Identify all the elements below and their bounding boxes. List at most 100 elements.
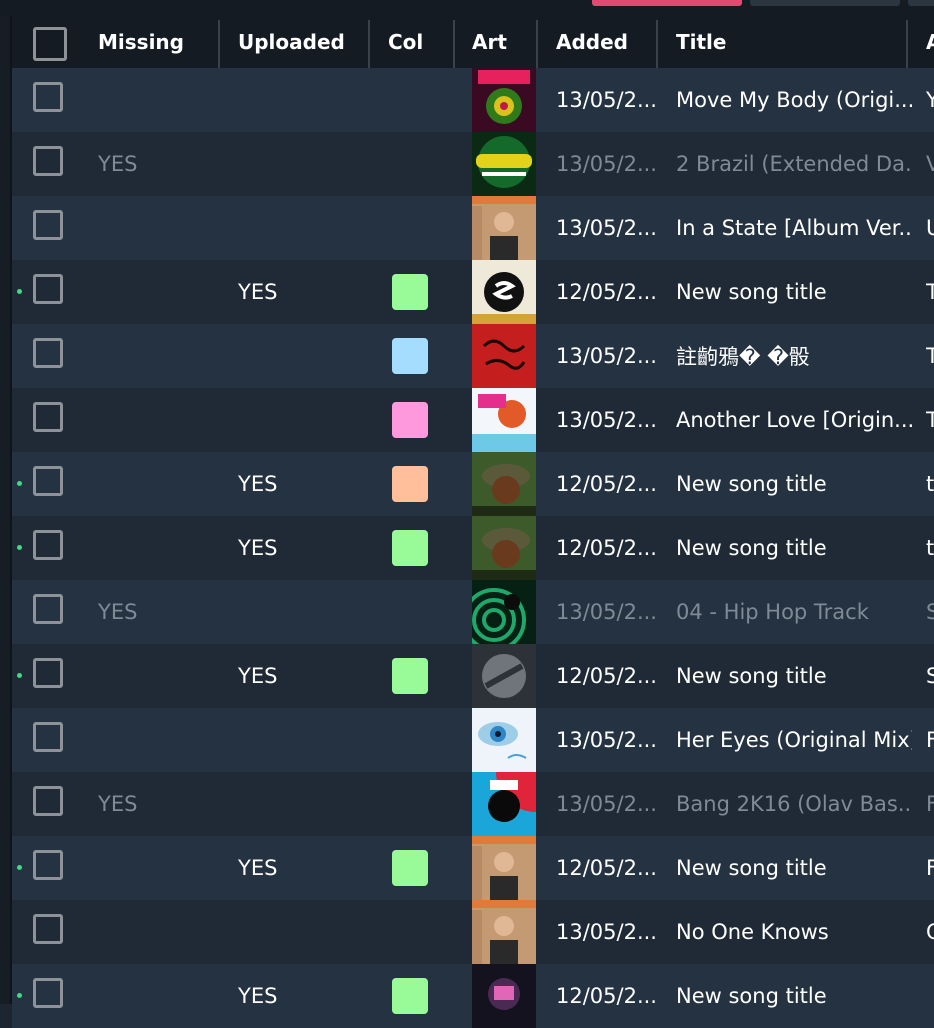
column-header-uploaded[interactable]: Uploaded <box>238 16 368 68</box>
title-cell: New song title <box>676 472 827 496</box>
man-portrait-cover <box>472 196 536 260</box>
uploaded-cell <box>238 196 358 260</box>
color-swatch[interactable] <box>392 530 428 566</box>
added-cell: 12/05/2... <box>556 664 656 688</box>
title-cell: 2 Brazil (Extended Da... <box>676 152 912 176</box>
missing-cell <box>98 388 218 452</box>
column-resize-handle[interactable] <box>906 20 908 68</box>
column-resize-handle[interactable] <box>656 20 658 68</box>
uploaded-cell: YES <box>238 280 278 304</box>
added-cell: 13/05/2... <box>556 792 656 816</box>
vengaboys-cover <box>472 132 536 196</box>
table-row[interactable]: 13/05/2... Another Love [Origin... T <box>12 388 934 452</box>
artist-cell: T <box>926 280 934 304</box>
red-script-cover <box>472 324 536 388</box>
row-select-checkbox[interactable] <box>33 338 63 368</box>
select-all-checkbox[interactable] <box>33 27 67 61</box>
column-header-added[interactable]: Added <box>556 16 656 68</box>
uploaded-cell <box>238 324 358 388</box>
sync-indicator-dot <box>17 545 22 550</box>
missing-cell <box>98 836 218 900</box>
row-select-checkbox[interactable] <box>33 466 63 496</box>
table-row[interactable]: YES 12/05/2... New song title S <box>12 644 934 708</box>
row-select-checkbox[interactable] <box>33 786 63 816</box>
uploaded-cell: YES <box>238 536 278 560</box>
missing-cell <box>98 708 218 772</box>
color-swatch[interactable] <box>392 658 428 694</box>
color-swatch[interactable] <box>392 338 428 374</box>
uploaded-cell <box>238 900 358 964</box>
title-cell: New song title <box>676 984 827 1008</box>
table-row[interactable]: 13/05/2... Move My Body (Origi... Y <box>12 68 934 132</box>
grey-logo-cover <box>472 644 536 708</box>
row-select-checkbox[interactable] <box>33 274 63 304</box>
artist-cell: F <box>926 728 934 752</box>
table-row[interactable]: 13/05/2... 註齣鴉� �骰 T <box>12 324 934 388</box>
added-cell: 13/05/2... <box>556 344 656 368</box>
color-swatch[interactable] <box>392 978 428 1014</box>
column-header-title[interactable]: Title <box>676 16 906 68</box>
row-select-checkbox[interactable] <box>33 722 63 752</box>
table-row[interactable]: YES 13/05/2... Bang 2K16 (Olav Bas... F <box>12 772 934 836</box>
title-cell: New song title <box>676 856 827 880</box>
column-header-artist[interactable]: A <box>926 16 934 68</box>
color-swatch[interactable] <box>392 850 428 886</box>
column-resize-handle[interactable] <box>536 20 538 68</box>
title-cell: No One Knows <box>676 920 829 944</box>
man-portrait-cover <box>472 900 536 964</box>
table-row[interactable]: YES 12/05/2... New song title T <box>12 260 934 324</box>
row-select-checkbox[interactable] <box>33 914 63 944</box>
table-row[interactable]: 13/05/2... Her Eyes (Original Mix) F <box>12 708 934 772</box>
title-cell: 04 - Hip Hop Track <box>676 600 869 624</box>
uploaded-cell: YES <box>238 856 278 880</box>
uploaded-cell <box>238 132 358 196</box>
row-select-checkbox[interactable] <box>33 594 63 624</box>
table-header: Missing Uploaded Col Art Added Title A <box>12 16 934 68</box>
table-row[interactable]: 13/05/2... In a State [Album Ver... U <box>12 196 934 260</box>
row-select-checkbox[interactable] <box>33 146 63 176</box>
artist-cell: t <box>926 536 934 560</box>
title-cell: Move My Body (Origi... <box>676 88 912 112</box>
row-select-checkbox[interactable] <box>33 210 63 240</box>
active-tab-indicator[interactable] <box>592 0 742 6</box>
color-swatch[interactable] <box>392 274 428 310</box>
artist-cell: V <box>926 152 934 176</box>
row-select-checkbox[interactable] <box>33 658 63 688</box>
column-header-missing[interactable]: Missing <box>98 16 218 68</box>
yakka-cover <box>472 68 536 132</box>
missing-cell <box>98 260 218 324</box>
title-cell: Bang 2K16 (Olav Bas... <box>676 792 912 816</box>
table-row[interactable]: YES 12/05/2... New song title t <box>12 516 934 580</box>
added-cell: 12/05/2... <box>556 280 656 304</box>
table-row[interactable]: YES 12/05/2... New song title <box>12 964 934 1028</box>
table-row[interactable]: YES 12/05/2... New song title F <box>12 836 934 900</box>
uploaded-cell: YES <box>238 664 278 688</box>
table-row[interactable]: 13/05/2... No One Knows C <box>12 900 934 964</box>
table-row[interactable]: YES 13/05/2... 2 Brazil (Extended Da... V <box>12 132 934 196</box>
row-select-checkbox[interactable] <box>33 850 63 880</box>
artist-cell: S <box>926 600 934 624</box>
column-resize-handle[interactable] <box>453 20 455 68</box>
added-cell: 13/05/2... <box>556 920 656 944</box>
missing-cell <box>98 196 218 260</box>
cap-portrait-cover <box>472 452 536 516</box>
artist-cell: C <box>926 920 934 944</box>
color-swatch[interactable] <box>392 402 428 438</box>
missing-cell: YES <box>98 600 138 624</box>
space-ibiza-cover <box>472 388 536 452</box>
title-cell: Her Eyes (Original Mix) <box>676 728 912 752</box>
column-resize-handle[interactable] <box>218 20 220 68</box>
row-select-checkbox[interactable] <box>33 530 63 560</box>
column-header-col[interactable]: Col <box>388 16 453 68</box>
table-row[interactable]: YES 12/05/2... New song title t <box>12 452 934 516</box>
column-header-art[interactable]: Art <box>472 16 534 68</box>
color-swatch[interactable] <box>392 466 428 502</box>
track-table-body: 13/05/2... Move My Body (Origi... Y YES 13/0… <box>12 68 934 1028</box>
uploaded-cell <box>238 388 358 452</box>
tab-indicator[interactable] <box>908 0 934 6</box>
tab-indicator[interactable] <box>750 0 900 6</box>
row-select-checkbox[interactable] <box>33 402 63 432</box>
table-row[interactable]: YES 13/05/2... 04 - Hip Hop Track S <box>12 580 934 644</box>
column-resize-handle[interactable] <box>368 20 370 68</box>
row-select-checkbox[interactable] <box>33 82 63 112</box>
